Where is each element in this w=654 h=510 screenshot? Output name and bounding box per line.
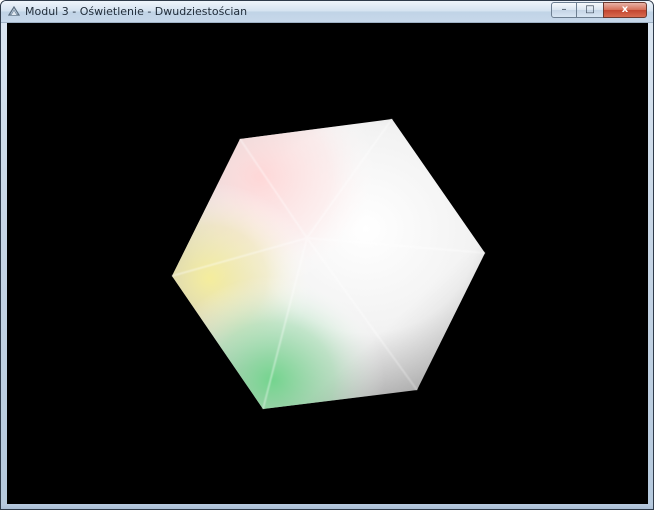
window-bottom-border (1, 504, 653, 509)
title-bar[interactable]: Modul 3 - Oświetlenie - Dwudziestościan … (1, 1, 653, 23)
caption-buttons: – □ x (551, 2, 647, 18)
render-viewport[interactable] (7, 23, 648, 504)
edge-shading (172, 119, 485, 409)
maximize-icon: □ (585, 4, 595, 15)
window-title: Modul 3 - Oświetlenie - Dwudziestościan (25, 5, 248, 18)
app-icon (7, 5, 21, 16)
maximize-button[interactable]: □ (577, 2, 603, 18)
minimize-icon: – (561, 4, 567, 15)
close-button[interactable]: x (603, 2, 647, 18)
icosahedron-object (171, 118, 486, 410)
client-area (7, 23, 648, 504)
minimize-button[interactable]: – (551, 2, 577, 18)
app-window: Modul 3 - Oświetlenie - Dwudziestościan … (0, 0, 654, 510)
close-icon: x (621, 4, 629, 15)
